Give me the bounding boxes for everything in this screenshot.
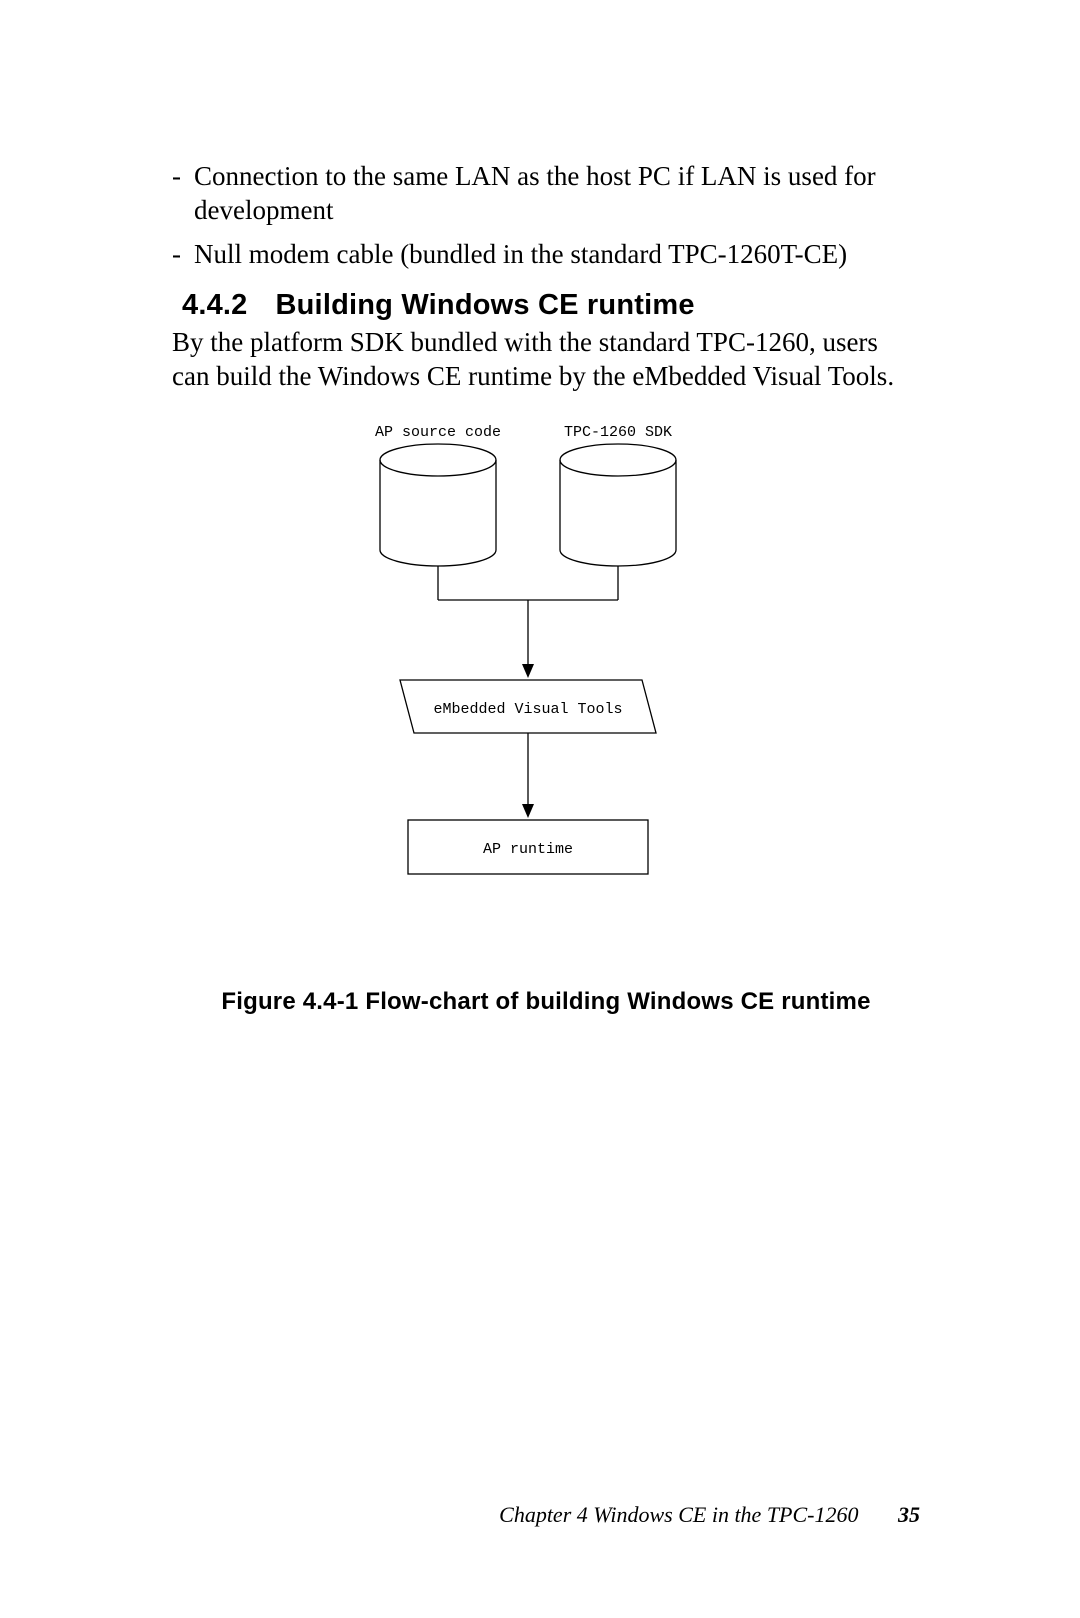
footer-chapter: Chapter 4 Windows CE in the TPC-1260 bbox=[499, 1502, 858, 1527]
flowchart-svg: AP source code TPC-1260 SDK bbox=[336, 422, 756, 932]
node-label: AP runtime bbox=[483, 841, 573, 858]
cylinder-sdk bbox=[560, 444, 676, 566]
page: - Connection to the same LAN as the host… bbox=[0, 0, 1080, 1618]
bullet-text: Connection to the same LAN as the host P… bbox=[194, 160, 920, 228]
page-footer: Chapter 4 Windows CE in the TPC-1260 35 bbox=[499, 1502, 920, 1528]
node-label: AP source code bbox=[375, 424, 501, 441]
list-item: - Null modem cable (bundled in the stand… bbox=[172, 238, 920, 272]
arrowhead-icon bbox=[522, 804, 534, 818]
cylinder-ap-source bbox=[380, 444, 496, 566]
section-number: 4.4.2 bbox=[182, 289, 248, 322]
bullet-dash: - bbox=[172, 160, 194, 228]
node-label: eMbedded Visual Tools bbox=[433, 701, 622, 718]
bullet-text: Null modem cable (bundled in the standar… bbox=[194, 238, 920, 272]
connector-merge bbox=[438, 566, 618, 670]
node-label: TPC-1260 SDK bbox=[564, 424, 672, 441]
flowchart-figure: AP source code TPC-1260 SDK bbox=[172, 422, 920, 932]
section-title: Building Windows CE runtime bbox=[276, 289, 695, 321]
bullet-dash: - bbox=[172, 238, 194, 272]
bullet-list: - Connection to the same LAN as the host… bbox=[172, 160, 920, 271]
section-heading: 4.4.2 Building Windows CE runtime bbox=[182, 289, 920, 322]
list-item: - Connection to the same LAN as the host… bbox=[172, 160, 920, 228]
paragraph: By the platform SDK bundled with the sta… bbox=[172, 326, 920, 394]
figure-caption: Figure 4.4-1 Flow-chart of building Wind… bbox=[172, 988, 920, 1016]
arrowhead-icon bbox=[522, 664, 534, 678]
footer-page-number: 35 bbox=[898, 1502, 920, 1527]
